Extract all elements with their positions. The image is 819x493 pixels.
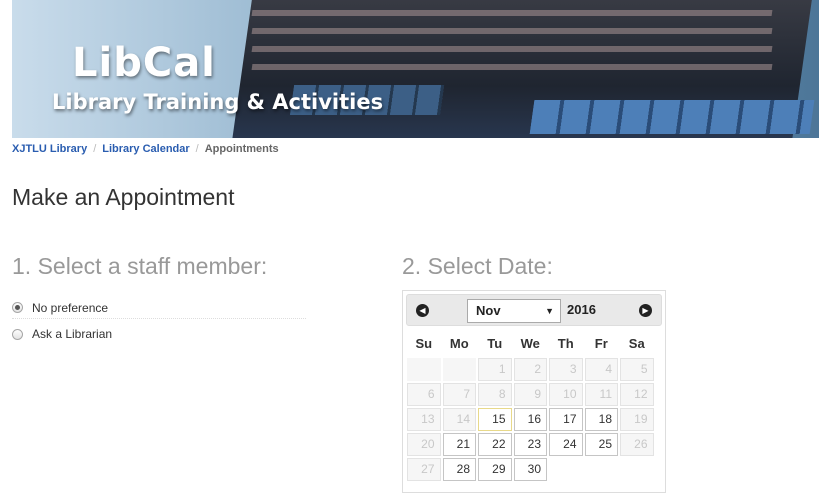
calendar-week-row: 6 7 8 9 10 11 12 <box>406 383 662 406</box>
calendar-day[interactable]: 17 <box>549 408 583 431</box>
calendar-day: 3 <box>549 358 583 381</box>
calendar-day[interactable]: 24 <box>549 433 583 456</box>
banner-stripe <box>251 46 773 52</box>
calendar-empty-cell <box>549 458 583 481</box>
staff-option-ask-librarian[interactable]: Ask a Librarian <box>12 323 306 345</box>
calendar-day: 27 <box>407 458 441 481</box>
breadcrumb-link-library[interactable]: XJTLU Library <box>12 143 87 155</box>
calendar-day: 5 <box>620 358 654 381</box>
weekday-label: Th <box>557 336 574 351</box>
calendar-day: 1 <box>478 358 512 381</box>
calendar-day: 20 <box>407 433 441 456</box>
staff-option-label: No preference <box>32 300 109 315</box>
staff-option-no-preference[interactable]: No preference <box>12 297 306 319</box>
staff-option-label: Ask a Librarian <box>32 327 113 341</box>
breadcrumb-separator: / <box>93 143 97 155</box>
calendar-week-row: 20 21 22 23 24 25 26 <box>406 433 662 456</box>
calendar-day: 12 <box>620 383 654 406</box>
month-select-value: Nov <box>476 303 501 318</box>
calendar-day[interactable]: 25 <box>584 433 618 456</box>
calendar-empty-cell <box>407 358 441 381</box>
site-title: LibCal <box>72 40 216 86</box>
circle-arrow-left-icon[interactable]: ◀ <box>416 304 429 317</box>
calendar-grid: Su Mo Tu We Th Fr Sa 1 2 3 4 5 6 7 8 9 10 11 12 13 14 15 16 17… <box>406 332 662 481</box>
calendar-day: 19 <box>620 408 654 431</box>
calendar-day: 11 <box>584 383 618 406</box>
calendar-empty-cell <box>585 458 619 481</box>
calendar-header: ◀ Nov ▼ 2016 ▶ <box>406 294 662 326</box>
page-title: Make an Appointment <box>12 184 235 210</box>
weekday-header-row: Su Mo Tu We Th Fr Sa <box>406 332 662 356</box>
calendar-day: 9 <box>513 383 547 406</box>
calendar-day[interactable]: 30 <box>513 458 547 481</box>
calendar-week-row: 27 28 29 30 <box>406 458 662 481</box>
calendar-day: 2 <box>513 358 547 381</box>
calendar-day: 14 <box>442 408 476 431</box>
chevron-down-icon: ▼ <box>545 306 554 316</box>
breadcrumb: XJTLU Library / Library Calendar / Appointme… <box>12 143 279 155</box>
calendar-empty-cell <box>442 358 476 381</box>
calendar-day: 4 <box>584 358 618 381</box>
banner-stripe <box>251 10 773 16</box>
calendar-empty-cell <box>620 458 654 481</box>
calendar-day[interactable]: 23 <box>513 433 547 456</box>
weekday-label: Sa <box>628 336 645 351</box>
calendar-week-row: 13 14 15 16 17 18 19 <box>406 408 662 431</box>
weekday-label: Fr <box>594 336 608 351</box>
calendar-day[interactable]: 28 <box>442 458 476 481</box>
year-label: 2016 <box>567 302 596 317</box>
calendar-day[interactable]: 22 <box>478 433 512 456</box>
calendar-day[interactable]: 29 <box>478 458 512 481</box>
breadcrumb-link-calendar[interactable]: Library Calendar <box>102 143 189 155</box>
calendar-day: 7 <box>442 383 476 406</box>
site-subtitle: Library Training & Activities <box>52 90 384 114</box>
calendar-day[interactable]: 21 <box>442 433 476 456</box>
breadcrumb-separator: / <box>195 143 199 155</box>
calendar-day: 10 <box>549 383 583 406</box>
circle-arrow-right-icon[interactable]: ▶ <box>639 304 652 317</box>
calendar-day: 6 <box>407 383 441 406</box>
calendar-day[interactable]: 18 <box>584 408 618 431</box>
calendar-day: 8 <box>478 383 512 406</box>
banner-stripe <box>251 64 773 70</box>
header-banner: LibCal Library Training & Activities <box>12 0 819 138</box>
weekday-label: Tu <box>487 336 503 351</box>
weekday-label: Mo <box>449 336 469 351</box>
date-picker: ◀ Nov ▼ 2016 ▶ Su Mo Tu We Th Fr Sa 1234567891… <box>402 290 666 493</box>
banner-curve <box>759 0 819 138</box>
calendar-day[interactable]: 15 <box>478 408 512 431</box>
breadcrumb-current: Appointments <box>204 143 279 155</box>
radio-button[interactable] <box>12 302 23 313</box>
calendar-day: 13 <box>407 408 441 431</box>
banner-stripe <box>251 28 773 34</box>
calendar-day: 26 <box>620 433 654 456</box>
calendar-day[interactable]: 16 <box>513 408 547 431</box>
date-section-heading: 2. Select Date: <box>402 253 553 279</box>
weekday-label: Su <box>415 336 433 351</box>
radio-button[interactable] <box>12 328 23 340</box>
month-select[interactable]: Nov ▼ <box>467 299 561 323</box>
staff-section-heading: 1. Select a staff member: <box>12 253 268 279</box>
calendar-week-row: 12345 <box>406 358 662 381</box>
weekday-label: We <box>520 336 540 351</box>
